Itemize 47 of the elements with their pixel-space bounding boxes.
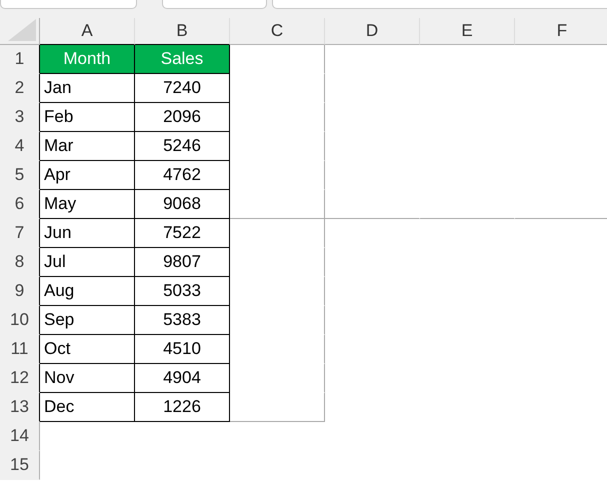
table-cell: Jun [40, 219, 135, 248]
table-cell: Apr [40, 161, 135, 190]
header-cell: Sales [135, 45, 230, 74]
column-header[interactable]: A [40, 18, 135, 45]
row-header[interactable]: 8 [0, 248, 40, 277]
table-cell: Jul [40, 248, 135, 277]
table-cell: Oct [40, 335, 135, 364]
table-cell: 5383 [135, 306, 230, 335]
row-header[interactable]: 9 [0, 277, 40, 306]
table-cell: 1226 [135, 393, 230, 422]
table-cell: 9807 [135, 248, 230, 277]
row-header[interactable]: 11 [0, 335, 40, 364]
table-cell: Dec [40, 393, 135, 422]
table-cell: 4510 [135, 335, 230, 364]
row-header[interactable]: 12 [0, 364, 40, 393]
column-header[interactable]: B [135, 18, 230, 45]
table-cell: 7240 [135, 74, 230, 103]
table-cell: Feb [40, 103, 135, 132]
row-header[interactable]: 13 [0, 393, 40, 422]
column-header[interactable]: E [420, 18, 515, 45]
table-cell: 2096 [135, 103, 230, 132]
row-header[interactable]: 7 [0, 219, 40, 248]
row-header[interactable]: 14 [0, 422, 40, 451]
row-header[interactable]: 3 [0, 103, 40, 132]
row-header[interactable]: 1 [0, 45, 40, 74]
row-header[interactable]: 5 [0, 161, 40, 190]
table-cell: May [40, 190, 135, 219]
table-cell: Aug [40, 277, 135, 306]
table-cell: 5033 [135, 277, 230, 306]
table-cell: 7522 [135, 219, 230, 248]
row-header[interactable]: 6 [0, 190, 40, 219]
table-cell: 5246 [135, 132, 230, 161]
row-header[interactable]: 15 [0, 451, 40, 480]
table-cell: 4904 [135, 364, 230, 393]
table-cell: Sep [40, 306, 135, 335]
table-cell: Nov [40, 364, 135, 393]
column-header[interactable]: C [230, 18, 325, 45]
table-cell: Jan [40, 74, 135, 103]
table-cell: Mar [40, 132, 135, 161]
row-header[interactable]: 2 [0, 74, 40, 103]
row-header[interactable]: 10 [0, 306, 40, 335]
column-header[interactable]: D [325, 18, 420, 45]
column-header[interactable]: F [515, 18, 607, 45]
table-cell: 4762 [135, 161, 230, 190]
header-cell: Month [40, 45, 135, 74]
row-header[interactable]: 4 [0, 132, 40, 161]
table-cell: 9068 [135, 190, 230, 219]
